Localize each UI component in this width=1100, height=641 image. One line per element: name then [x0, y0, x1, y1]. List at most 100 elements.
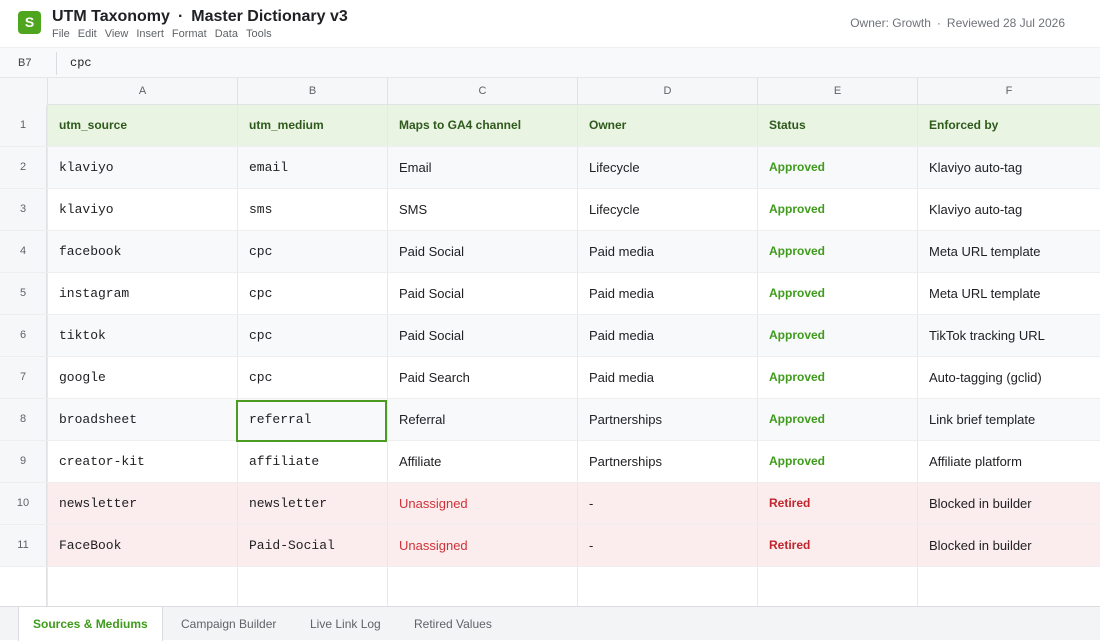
- owner-cell[interactable]: Partnerships: [577, 399, 757, 440]
- menu-data[interactable]: Data: [215, 28, 238, 40]
- empty-cell[interactable]: [917, 567, 1100, 606]
- column-header-f[interactable]: F: [917, 78, 1100, 105]
- row-number[interactable]: 2: [0, 147, 47, 188]
- owner-cell[interactable]: Lifecycle: [577, 147, 757, 188]
- header-cell-utm-source[interactable]: utm_source: [47, 105, 237, 146]
- enforced-cell[interactable]: Affiliate platform: [917, 441, 1100, 482]
- owner-cell[interactable]: Paid media: [577, 315, 757, 356]
- tab-sources-mediums[interactable]: Sources & Mediums: [18, 607, 163, 641]
- header-cell-enforced-by[interactable]: Enforced by: [917, 105, 1100, 146]
- status-cell[interactable]: Retired: [757, 525, 917, 566]
- channel-cell[interactable]: Paid Social: [387, 273, 577, 314]
- status-cell[interactable]: Retired: [757, 483, 917, 524]
- status-cell[interactable]: Approved: [757, 231, 917, 272]
- medium-cell[interactable]: cpc: [237, 273, 387, 314]
- document-title[interactable]: UTM Taxonomy · Master Dictionary v3: [52, 8, 348, 26]
- source-cell[interactable]: klaviyo: [47, 147, 237, 188]
- menu-edit[interactable]: Edit: [78, 28, 97, 40]
- source-cell[interactable]: creator-kit: [47, 441, 237, 482]
- owner-cell[interactable]: Paid media: [577, 231, 757, 272]
- source-cell[interactable]: facebook: [47, 231, 237, 272]
- row-number[interactable]: 4: [0, 231, 47, 272]
- channel-cell[interactable]: Paid Social: [387, 231, 577, 272]
- menu-file[interactable]: File: [52, 28, 70, 40]
- enforced-cell[interactable]: TikTok tracking URL: [917, 315, 1100, 356]
- tab-campaign-builder[interactable]: Campaign Builder: [181, 607, 276, 641]
- enforced-cell[interactable]: Blocked in builder: [917, 483, 1100, 524]
- source-cell[interactable]: FaceBook: [47, 525, 237, 566]
- column-header-a[interactable]: A: [47, 78, 237, 105]
- empty-cell[interactable]: [757, 567, 917, 606]
- channel-cell[interactable]: Paid Search: [387, 357, 577, 398]
- status-cell[interactable]: Approved: [757, 189, 917, 230]
- enforced-cell[interactable]: Auto-tagging (gclid): [917, 357, 1100, 398]
- owner-cell[interactable]: -: [577, 525, 757, 566]
- header-cell-utm-medium[interactable]: utm_medium: [237, 105, 387, 146]
- channel-cell[interactable]: Email: [387, 147, 577, 188]
- row-number[interactable]: 6: [0, 315, 47, 356]
- tab-live-link-log[interactable]: Live Link Log: [310, 607, 381, 641]
- medium-cell[interactable]: affiliate: [237, 441, 387, 482]
- owner-cell[interactable]: Paid media: [577, 273, 757, 314]
- empty-cell[interactable]: [237, 567, 387, 606]
- channel-cell[interactable]: Unassigned: [387, 525, 577, 566]
- medium-cell[interactable]: cpc: [237, 231, 387, 272]
- row-number[interactable]: 5: [0, 273, 47, 314]
- enforced-cell[interactable]: Klaviyo auto-tag: [917, 147, 1100, 188]
- medium-cell[interactable]: email: [237, 147, 387, 188]
- empty-cell[interactable]: [387, 567, 577, 606]
- empty-cell[interactable]: [577, 567, 757, 606]
- source-cell[interactable]: instagram: [47, 273, 237, 314]
- enforced-cell[interactable]: Blocked in builder: [917, 525, 1100, 566]
- menu-insert[interactable]: Insert: [136, 28, 164, 40]
- spreadsheet-grid[interactable]: A B C D E F 1 utm_source utm_medium Maps…: [0, 78, 1100, 606]
- enforced-cell[interactable]: Klaviyo auto-tag: [917, 189, 1100, 230]
- menu-format[interactable]: Format: [172, 28, 207, 40]
- owner-cell[interactable]: -: [577, 483, 757, 524]
- channel-cell[interactable]: Affiliate: [387, 441, 577, 482]
- row-number[interactable]: 3: [0, 189, 47, 230]
- header-cell-ga4-channel[interactable]: Maps to GA4 channel: [387, 105, 577, 146]
- channel-cell[interactable]: SMS: [387, 189, 577, 230]
- row-number[interactable]: 1: [0, 105, 47, 146]
- status-cell[interactable]: Approved: [757, 399, 917, 440]
- status-cell[interactable]: Approved: [757, 273, 917, 314]
- column-header-b[interactable]: B: [237, 78, 387, 105]
- medium-cell[interactable]: sms: [237, 189, 387, 230]
- medium-cell[interactable]: Paid-Social: [237, 525, 387, 566]
- medium-cell[interactable]: cpc: [237, 357, 387, 398]
- status-cell[interactable]: Approved: [757, 147, 917, 188]
- medium-cell[interactable]: referral: [237, 399, 387, 440]
- empty-cell[interactable]: [47, 567, 237, 606]
- status-cell[interactable]: Approved: [757, 441, 917, 482]
- menu-view[interactable]: View: [105, 28, 129, 40]
- tab-retired-values[interactable]: Retired Values: [414, 607, 492, 641]
- status-cell[interactable]: Approved: [757, 315, 917, 356]
- channel-cell[interactable]: Unassigned: [387, 483, 577, 524]
- row-number[interactable]: 8: [0, 399, 47, 440]
- formula-input[interactable]: cpc: [70, 56, 92, 70]
- row-number-empty[interactable]: [0, 567, 47, 606]
- source-cell[interactable]: newsletter: [47, 483, 237, 524]
- row-number[interactable]: 7: [0, 357, 47, 398]
- medium-cell[interactable]: newsletter: [237, 483, 387, 524]
- medium-cell[interactable]: cpc: [237, 315, 387, 356]
- source-cell[interactable]: klaviyo: [47, 189, 237, 230]
- source-cell[interactable]: tiktok: [47, 315, 237, 356]
- enforced-cell[interactable]: Link brief template: [917, 399, 1100, 440]
- select-all-corner[interactable]: [0, 78, 47, 105]
- row-number[interactable]: 10: [0, 483, 47, 524]
- menu-tools[interactable]: Tools: [246, 28, 272, 40]
- app-logo[interactable]: S: [18, 11, 41, 34]
- source-cell[interactable]: google: [47, 357, 237, 398]
- enforced-cell[interactable]: Meta URL template: [917, 231, 1100, 272]
- column-header-c[interactable]: C: [387, 78, 577, 105]
- column-header-d[interactable]: D: [577, 78, 757, 105]
- column-header-e[interactable]: E: [757, 78, 917, 105]
- enforced-cell[interactable]: Meta URL template: [917, 273, 1100, 314]
- cell-reference[interactable]: B7: [18, 57, 31, 69]
- source-cell[interactable]: broadsheet: [47, 399, 237, 440]
- header-cell-status[interactable]: Status: [757, 105, 917, 146]
- channel-cell[interactable]: Paid Social: [387, 315, 577, 356]
- header-cell-owner[interactable]: Owner: [577, 105, 757, 146]
